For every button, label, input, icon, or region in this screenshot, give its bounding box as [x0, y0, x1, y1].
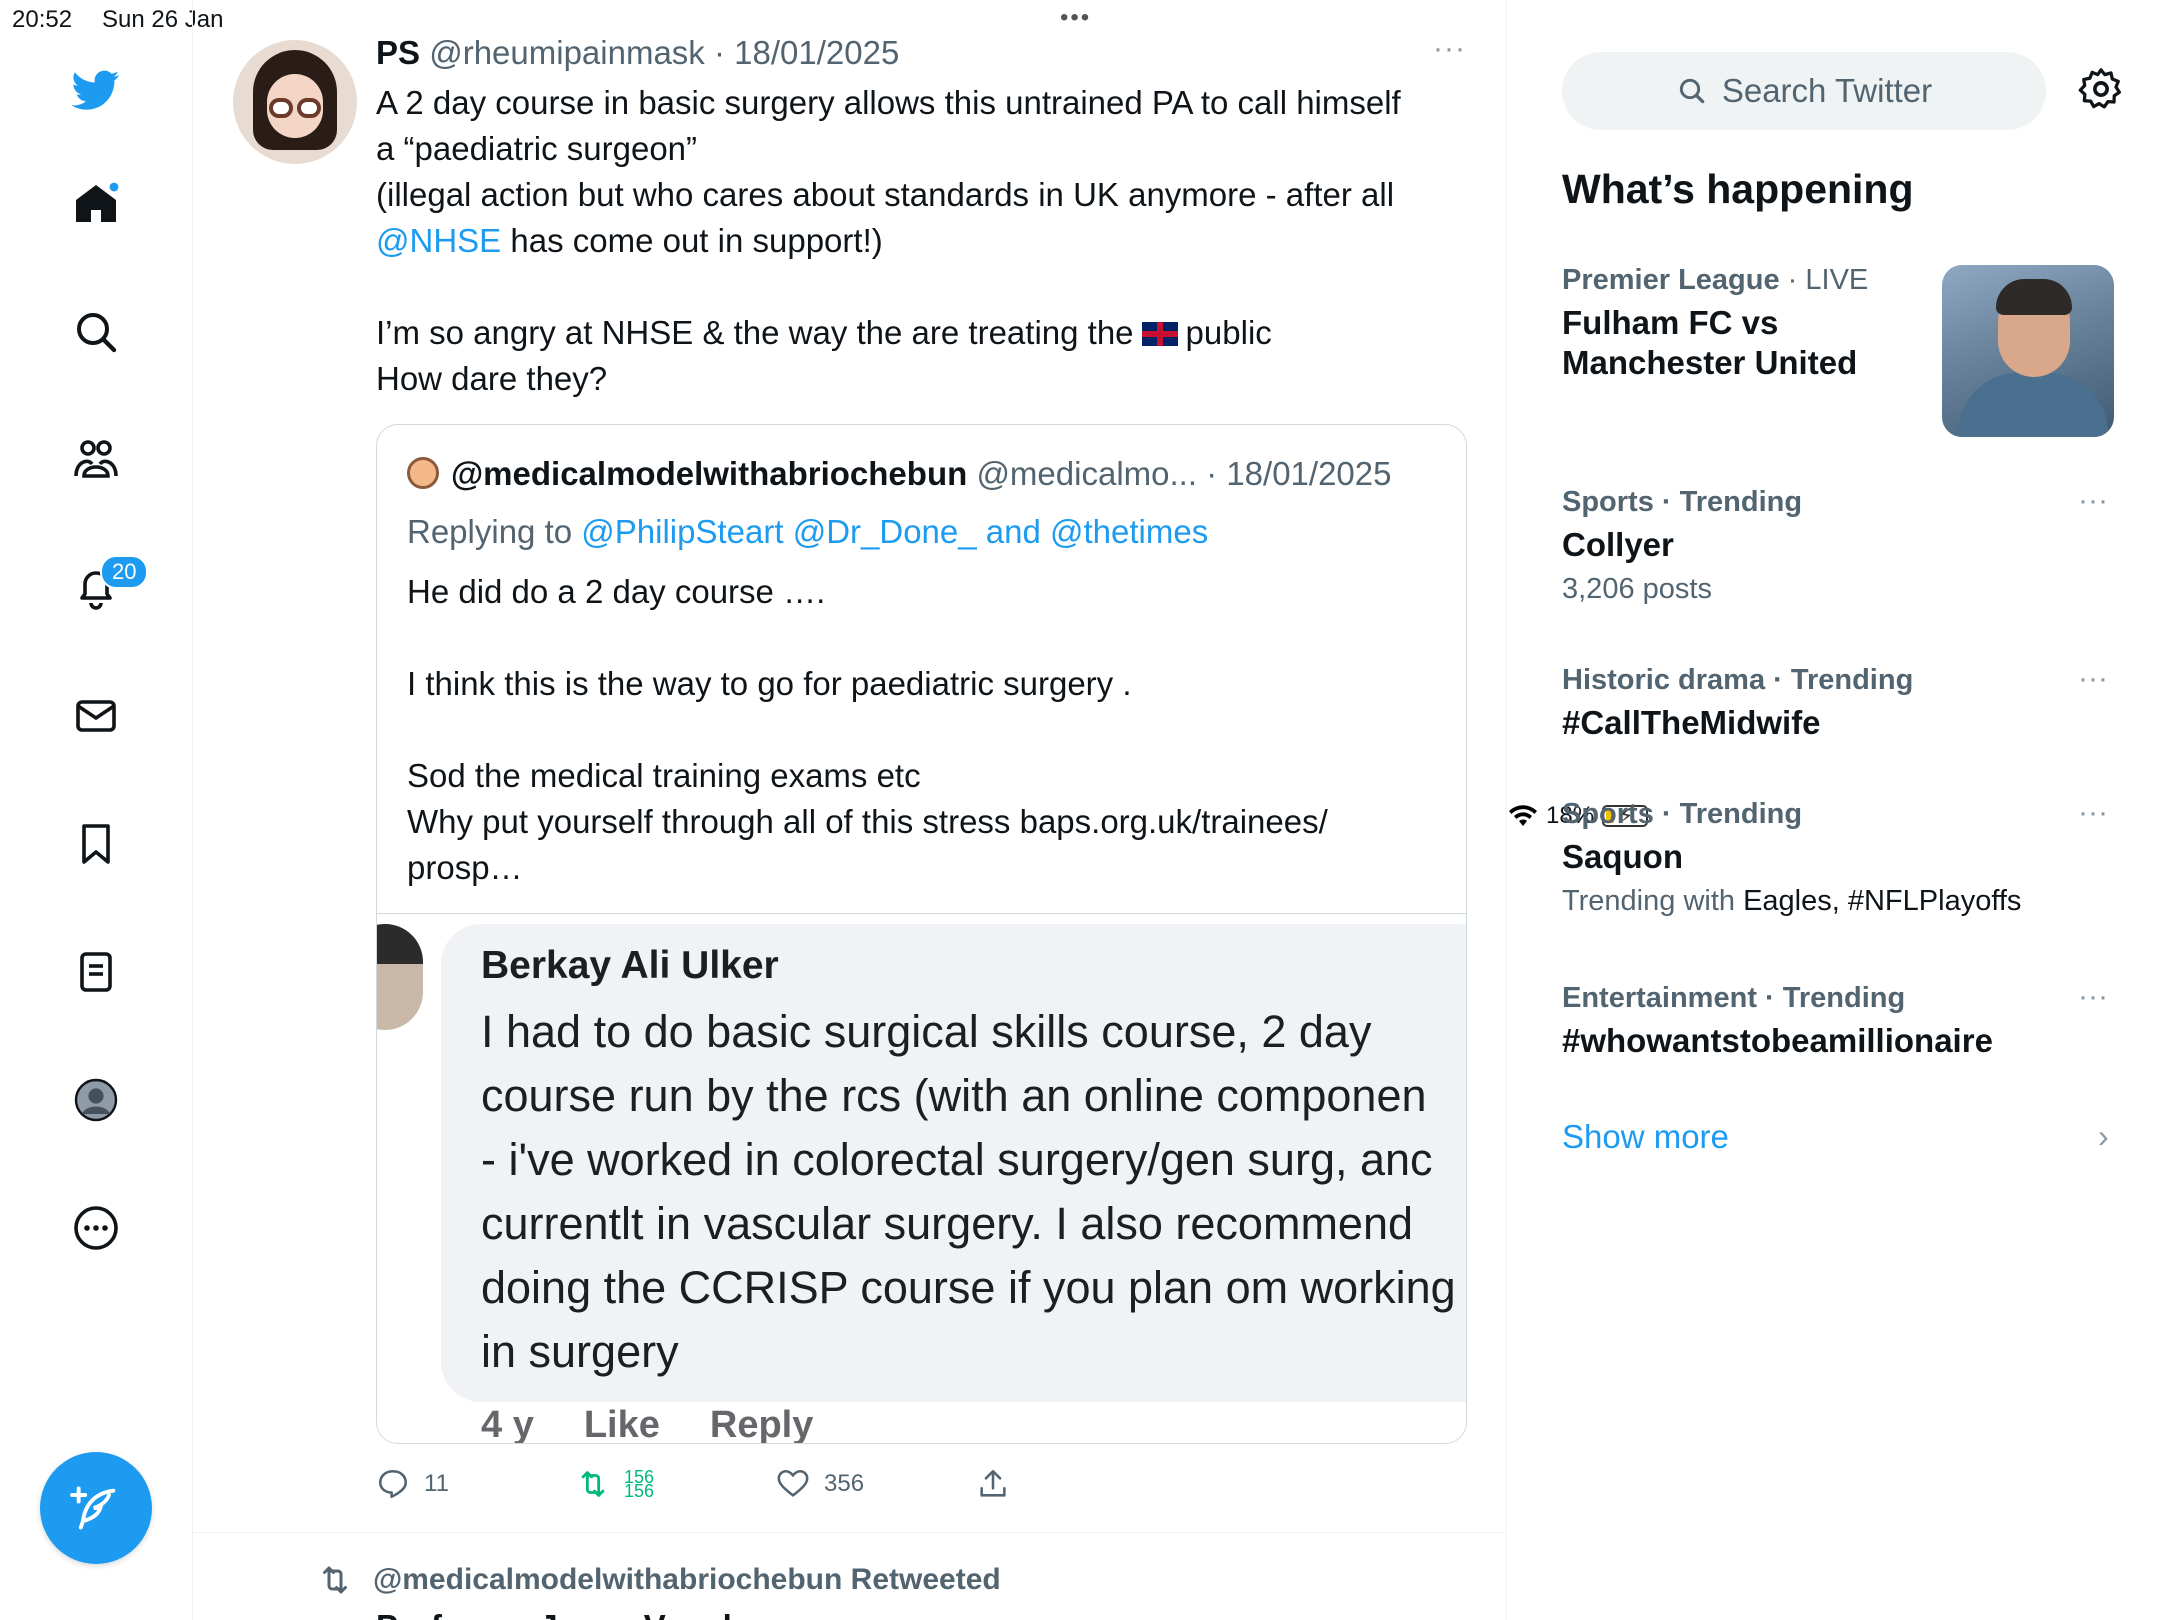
- messages-envelope-icon[interactable]: [72, 692, 120, 740]
- twitter-logo-icon[interactable]: [71, 66, 120, 114]
- trend-title: Collyer: [1562, 526, 1674, 563]
- bookmarks-icon[interactable]: [72, 820, 120, 868]
- retweeted-by-line[interactable]: @medicalmodelwithabriochebun Retweeted: [317, 1562, 1001, 1598]
- reply-button[interactable]: 11: [376, 1464, 449, 1504]
- trend-related: Trending with Eagles, #NFLPlayoffs: [1562, 885, 2022, 917]
- notifications-badge: 20: [100, 555, 149, 589]
- trend-more-button[interactable]: ···: [2078, 796, 2108, 830]
- retweet-button[interactable]: 156 156: [576, 1464, 654, 1504]
- quote-author-name: @medicalmodelwithabriochebun: [451, 455, 968, 492]
- tweet-author-name[interactable]: PS: [376, 34, 420, 71]
- comment-text: I had to do basic surgical skills course…: [481, 1006, 1456, 1377]
- tweet-line: @NHSE has come out in support!): [376, 222, 883, 259]
- whats-happening-heading: What’s happening: [1562, 166, 1914, 212]
- trend-more-button[interactable]: ···: [2078, 980, 2108, 1014]
- uk-flag-icon: [1141, 322, 1178, 346]
- search-icon: [1679, 78, 1705, 104]
- tweet-actions: 11 156 156 356: [376, 1464, 1076, 1514]
- compose-tweet-button[interactable]: [40, 1452, 152, 1564]
- trend-more-button[interactable]: ···: [2078, 484, 2108, 518]
- search-placeholder: Search Twitter: [1721, 72, 1933, 109]
- tweet-line: A 2 day course in basic surgery allows t…: [376, 84, 1401, 121]
- reply-icon: [378, 1469, 408, 1499]
- explore-search-icon[interactable]: [72, 308, 120, 356]
- compose-feather-icon: [70, 1486, 116, 1530]
- tweet-line: a “paediatric surgeon”: [376, 130, 698, 167]
- quote-body: He did do a 2 day course …. I think this…: [407, 573, 1328, 886]
- retweet-count: 156 156: [624, 1470, 655, 1498]
- left-nav: 20: [0, 0, 193, 1620]
- trend-category: Historic drama · Trending: [1562, 664, 1914, 696]
- quote-attached-image[interactable]: Berkay Ali Ulker I had to do basic surgi…: [377, 913, 1466, 1444]
- trend-category: Entertainment · Trending: [1562, 982, 1906, 1014]
- trend-post-count: 3,206 posts: [1562, 573, 1712, 605]
- like-count: 356: [824, 1470, 865, 1497]
- communities-icon[interactable]: [72, 436, 120, 484]
- tweet-author-avatar[interactable]: [233, 40, 357, 164]
- tweet-blank-line: [376, 264, 1466, 310]
- tweet-line: How dare they?: [376, 360, 608, 397]
- share-button[interactable]: [976, 1464, 1010, 1504]
- profile-avatar-icon[interactable]: [72, 1076, 120, 1124]
- comment-footer: 4 y Like Reply: [481, 1404, 814, 1444]
- comment-bubble: Berkay Ali Ulker I had to do basic surgi…: [441, 924, 1466, 1402]
- share-icon: [980, 1469, 1006, 1497]
- settings-gear-icon[interactable]: [2078, 66, 2124, 112]
- commenter-name: Berkay Ali Ulker: [481, 944, 779, 987]
- trend-item[interactable]: Entertainment · Trending #whowantstobeam…: [1562, 982, 2122, 1061]
- home-icon[interactable]: [72, 180, 120, 228]
- quote-author-avatar: [407, 457, 439, 489]
- quoted-tweet[interactable]: @medicalmodelwithabriochebun @medicalmo.…: [376, 424, 1467, 1444]
- trend-title: #CallTheMidwife: [1562, 704, 1821, 741]
- reply-count: 11: [424, 1470, 449, 1497]
- right-sidebar: Search Twitter What’s happening Premier …: [1508, 0, 2160, 1620]
- tweet-line: I’m so angry at NHSE & the way the are t…: [376, 314, 1272, 351]
- commenter-avatar: [377, 924, 423, 1030]
- tweet-line: (illegal action but who cares about stan…: [376, 176, 1395, 213]
- like-button[interactable]: 356: [776, 1464, 864, 1504]
- trend-title: #whowantstobeamillionaire: [1562, 1022, 1993, 1059]
- trend-thumbnail[interactable]: [1942, 265, 2114, 437]
- show-more-link[interactable]: Show more: [1562, 1118, 1729, 1156]
- chevron-right-icon: ›: [2098, 1118, 2109, 1154]
- tweet-text: A 2 day course in basic surgery allows t…: [376, 80, 1466, 402]
- reply-to-links[interactable]: @PhilipSteart @Dr_Done_ and @thetimes: [581, 513, 1208, 550]
- more-options-icon[interactable]: [72, 1204, 120, 1252]
- trend-title: Saquon: [1562, 838, 1683, 875]
- tweet-divider: [193, 1532, 1506, 1533]
- tweet-author-meta[interactable]: @rheumipainmask · 18/01/2025: [429, 34, 899, 71]
- trend-more-button[interactable]: ···: [2078, 662, 2108, 696]
- trend-category: Sports · Trending: [1562, 486, 1803, 518]
- quote-author-meta: @medicalmo... · 18/01/2025: [976, 455, 1392, 492]
- tweet-more-button[interactable]: ···: [1433, 32, 1466, 66]
- heart-icon: [777, 1469, 809, 1497]
- retweet-icon: [581, 1471, 605, 1497]
- mention-link[interactable]: @NHSE: [376, 222, 501, 259]
- trend-item[interactable]: Sports · Trending Saquon Trending with E…: [1562, 798, 2122, 918]
- retweet-indicator-icon: [323, 1566, 347, 1594]
- next-tweet-author[interactable]: Professor Jenny Vaughan: [376, 1608, 781, 1620]
- quote-reply-context: Replying to @PhilipSteart @Dr_Done_ and …: [407, 513, 1209, 550]
- timeline: PS @rheumipainmask · 18/01/2025 ··· A 2 …: [193, 0, 1507, 1620]
- search-input[interactable]: Search Twitter: [1562, 52, 2046, 130]
- trend-category: Sports · Trending: [1562, 798, 1803, 830]
- trend-item[interactable]: Historic drama · Trending #CallTheMidwif…: [1562, 664, 2122, 743]
- lists-icon[interactable]: [72, 948, 120, 996]
- quote-header: @medicalmodelwithabriochebun @medicalmo.…: [407, 455, 1391, 493]
- tweet-header: PS @rheumipainmask · 18/01/2025: [376, 34, 899, 72]
- trend-item[interactable]: Sports · Trending Collyer 3,206 posts: [1562, 486, 2122, 606]
